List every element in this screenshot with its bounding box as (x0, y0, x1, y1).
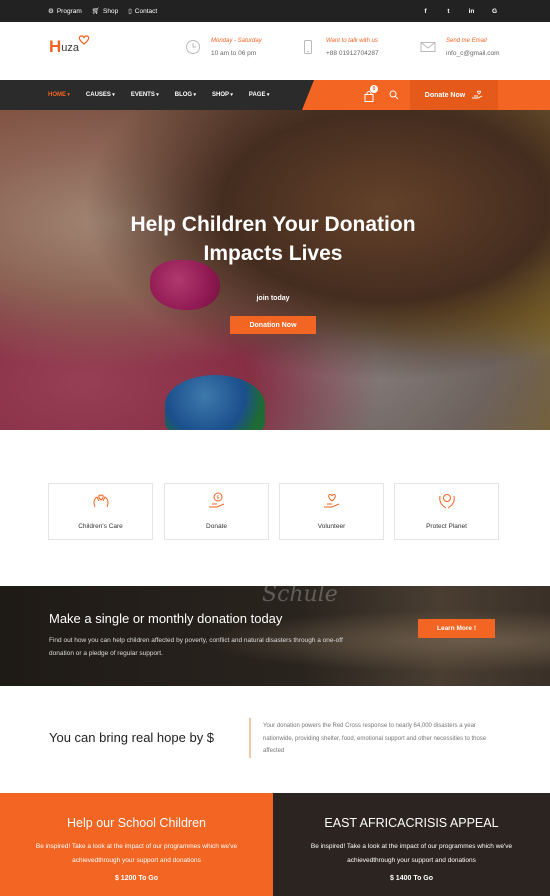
info-title: Want to talk with us (326, 38, 378, 44)
header-info-hours: Monday - Saturday 10 am to 06 pm (185, 37, 262, 60)
header-info-email: Send me Email info_c@gmail.com (420, 37, 500, 60)
service-label: Protect Planet (426, 523, 467, 530)
info-title: Monday - Saturday (211, 38, 262, 44)
top-link-label: Shop (103, 7, 119, 15)
appeal-text: Be inspired! Take a look at the impact o… (310, 843, 513, 864)
hero-title: Help Children Your Donation Impacts Live… (0, 210, 546, 268)
service-card-protect-planet[interactable]: Protect Planet (394, 483, 499, 540)
chalkboard-text: Schule (262, 586, 338, 607)
gear-icon: ⚙ (48, 8, 54, 15)
facebook-icon[interactable]: f (422, 8, 429, 15)
service-label: Donate (206, 523, 227, 530)
site-header: H uza Monday - Saturday 10 am to 06 pm W… (0, 22, 550, 80)
cart-icon: 🛒︎ (91, 8, 101, 15)
info-value: +88 01912704287 (326, 50, 379, 57)
nav-item-events[interactable]: EVENTS (131, 92, 159, 98)
hero-subtitle: join today (256, 295, 290, 302)
info-value: 10 am to 06 pm (211, 50, 257, 57)
volunteer-heart-icon (323, 493, 339, 508)
service-card-volunteer[interactable]: Volunteer (279, 483, 384, 540)
logo-heart-hand-icon (78, 35, 90, 45)
donate-coin-icon: $ (208, 492, 224, 508)
nav-donate-button[interactable]: Donate Now (410, 80, 498, 110)
hero-donation-button[interactable]: Donation Now (230, 316, 316, 334)
linkedin-icon[interactable]: in (468, 8, 475, 15)
appeal-panel-school-children[interactable]: Help our School Children Be inspired! Ta… (0, 793, 273, 896)
appeal-panel-east-africa[interactable]: EAST AFRICACRISIS APPEAL Be inspired! Ta… (273, 793, 550, 896)
service-card-childrens-care[interactable]: Children's Care (48, 483, 153, 540)
top-bar: ⚙ Program 🛒︎ Shop ▯ Contact f t in G (0, 0, 550, 22)
appeal-text: Be inspired! Take a look at the impact o… (35, 843, 238, 864)
mobile-icon (304, 40, 312, 54)
hope-text: Your donation powers the Red Cross respo… (263, 723, 487, 754)
hero-banner: Help Children Your Donation Impacts Live… (0, 110, 550, 430)
top-link-program[interactable]: ⚙ Program (48, 7, 82, 16)
search-icon[interactable] (389, 90, 399, 100)
hero-title-line: Impacts Lives (203, 242, 343, 265)
nav-item-home[interactable]: HOME (48, 92, 70, 98)
donate-hand-icon (472, 90, 483, 99)
top-link-shop[interactable]: 🛒︎ Shop (91, 7, 119, 16)
hero-title-line: Help Children Your Donation (130, 213, 416, 236)
top-link-label: Program (56, 7, 82, 15)
info-title: Send me Email (446, 38, 487, 44)
envelope-icon (420, 42, 436, 52)
nav-item-shop[interactable]: SHOP (212, 92, 233, 98)
nav-item-causes[interactable]: CAUSES (86, 92, 115, 98)
site-logo[interactable]: H uza (49, 35, 90, 56)
google-icon[interactable]: G (491, 8, 498, 15)
donation-cta-strip: Schule Make a single or monthly donation… (0, 586, 550, 686)
hope-title: You can bring real hope by $ (49, 730, 215, 745)
appeal-title: Help our School Children (67, 816, 206, 830)
nav-item-blog[interactable]: BLOG (175, 92, 196, 98)
nav-menu: HOME CAUSES EVENTS BLOG SHOP PAGE (48, 80, 269, 110)
hope-divider (249, 718, 251, 758)
cart-count-badge: 0 (370, 85, 378, 93)
clock-icon (186, 40, 200, 54)
social-links: f t in G (422, 0, 498, 22)
top-link-label: Contact (134, 7, 158, 15)
donate-button-label: Donate Now (424, 91, 466, 99)
service-card-donate[interactable]: $ Donate (164, 483, 269, 540)
protect-planet-icon (438, 494, 455, 509)
donation-cta-title: Make a single or monthly donation today (49, 611, 283, 626)
svg-text:$: $ (216, 495, 219, 501)
logo-letter: H (49, 37, 62, 56)
appeal-goal: $ 1200 To Go (114, 875, 159, 882)
top-links: ⚙ Program 🛒︎ Shop ▯ Contact (48, 0, 157, 22)
appeal-goal: $ 1400 To Go (389, 875, 434, 882)
hero-overlay (0, 110, 550, 430)
header-info-phone: Want to talk with us +88 01912704287 (300, 37, 379, 60)
nav-cart[interactable]: 0 (364, 85, 378, 102)
learn-more-button[interactable]: Learn More ! (418, 619, 495, 638)
phone-icon: ▯ (128, 8, 132, 15)
nav-item-page[interactable]: PAGE (249, 92, 269, 98)
appeal-title: EAST AFRICACRISIS APPEAL (324, 816, 499, 830)
care-hands-icon (92, 494, 109, 508)
service-label: Volunteer (317, 523, 346, 530)
twitter-icon[interactable]: t (445, 8, 452, 15)
donation-cta-text: Find out how you can help children affec… (49, 637, 343, 657)
info-value[interactable]: info_c@gmail.com (446, 48, 500, 60)
service-label: Children's Care (78, 523, 123, 530)
top-link-contact[interactable]: ▯ Contact (128, 7, 158, 16)
